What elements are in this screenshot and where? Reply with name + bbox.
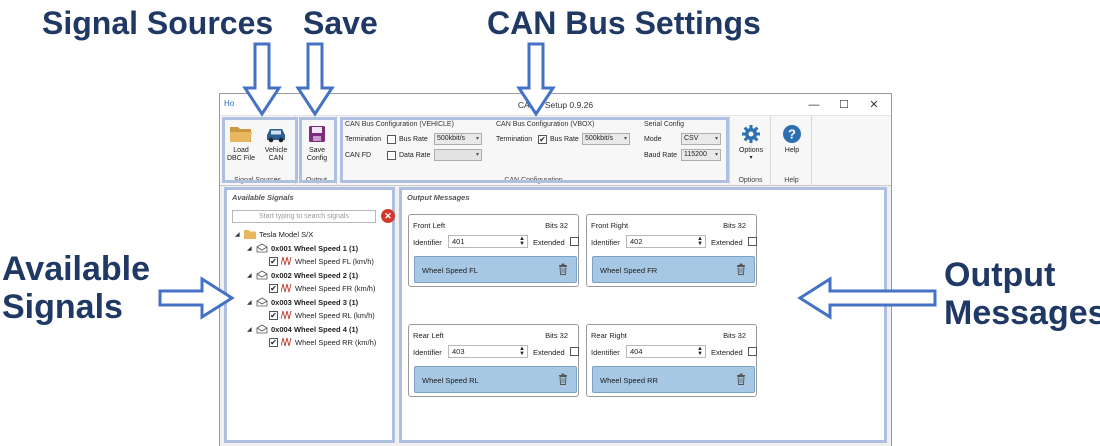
annotated-screenshot: Signal Sources Save CAN Bus Settings Ava… bbox=[0, 0, 1100, 446]
arrow-can-bus-settings bbox=[516, 42, 556, 117]
arrow-output-messages bbox=[797, 276, 937, 320]
arrow-save bbox=[295, 42, 335, 117]
arrow-signal-sources bbox=[242, 42, 282, 117]
arrow-available-signals bbox=[158, 276, 235, 320]
annotation-arrows bbox=[158, 42, 937, 320]
